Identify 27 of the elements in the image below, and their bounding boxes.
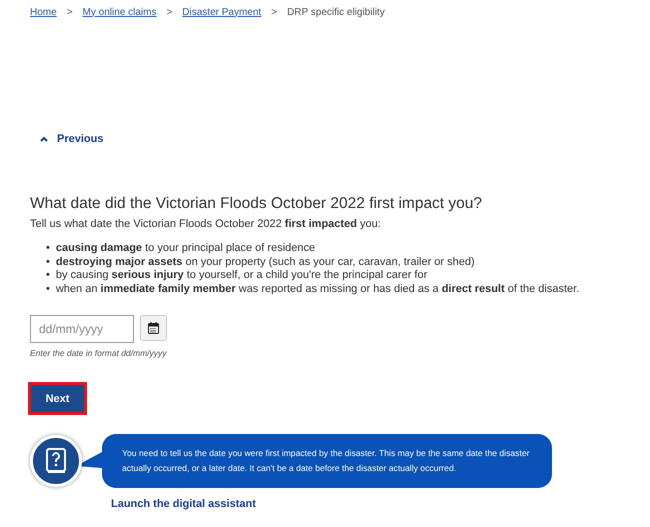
chevron-up-icon [40,136,48,142]
calendar-button[interactable] [140,315,167,341]
breadcrumb-separator: > [66,6,73,18]
breadcrumb-separator: > [166,6,172,18]
breadcrumb-link[interactable]: Home [30,6,57,18]
previous-link[interactable]: Previous [40,133,104,145]
intro-text: Tell us what date the Victorian Floods October 2022 first impacted you: [30,218,382,230]
next-button[interactable]: Next [31,385,84,412]
bullet: • [46,256,50,269]
assistant-message: You need to tell us the date you were first impacted by the disaster. This may be the same date the disaster actually occurred, or a later date. It can't be a date before the disaster actually occurred. [102,434,552,488]
bullet: • [46,242,50,256]
list-item: by causing serious injury to yourself, or a child you're the principal carer for [56,269,428,282]
list-item: destroying major assets on your property (such as your car, caravan, trailer or shed) [56,256,475,269]
breadcrumb-link[interactable]: My online claims [82,6,156,18]
bullet: • [46,269,50,282]
list-item: when an immediate family member was reported as missing or has died as a direct result of the disaster. [56,282,580,296]
question-heading: What date did the Victorian Floods October 2022 first impact you? [30,195,484,213]
date-hint: Enter the date in format dd/mm/yyyy [30,348,168,358]
launch-assistant-link[interactable]: Launch the digital assistant [111,498,256,510]
breadcrumb-current: DRP specific eligibility [287,6,385,18]
date-input-field[interactable]: dd/mm/yyyy [30,315,134,343]
breadcrumb-link[interactable]: Disaster Payment [182,6,262,18]
calendar-icon [148,322,159,334]
breadcrumb-separator: > [271,6,278,18]
help-book-icon [30,435,82,487]
list-item: causing damage to your principal place of residence [56,242,316,256]
bullet: • [46,282,50,296]
